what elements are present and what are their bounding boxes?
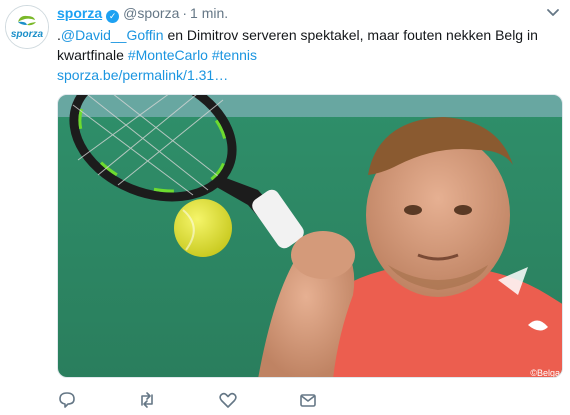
handle[interactable]: @sporza (123, 5, 179, 21)
tweet-actions (57, 390, 357, 410)
hashtag-link[interactable]: #MonteCarlo (128, 47, 208, 63)
tennis-player-photo: ©Belga (58, 95, 562, 378)
permalink[interactable]: sporza.be/permalink/1.31… (57, 67, 228, 83)
chevron-down-icon[interactable] (545, 4, 561, 20)
sporza-logo: sporza (6, 6, 48, 48)
tweet-photo[interactable]: ©Belga (57, 94, 563, 378)
logo-text: sporza (11, 29, 44, 40)
retweet-icon[interactable] (137, 390, 157, 410)
mention-link[interactable]: @David__Goffin (61, 27, 164, 43)
timestamp[interactable]: 1 min. (190, 5, 228, 21)
tweet[interactable]: sporza sporza ✓ @sporza · 1 min. .@David__Go… (0, 0, 570, 415)
tweet-header: sporza ✓ @sporza · 1 min. (57, 4, 228, 23)
avatar[interactable]: sporza (5, 5, 49, 49)
photo-credit: ©Belga (530, 368, 560, 378)
hashtag-link[interactable]: #tennis (212, 47, 257, 63)
reply-icon[interactable] (57, 390, 77, 410)
tweet-text: .@David__Goffin en Dimitrov serveren spe… (57, 25, 557, 85)
display-name[interactable]: sporza (57, 5, 102, 21)
verified-badge-icon: ✓ (106, 10, 120, 23)
separator: · (182, 5, 188, 21)
heart-icon[interactable] (218, 390, 238, 410)
envelope-icon[interactable] (298, 390, 318, 410)
